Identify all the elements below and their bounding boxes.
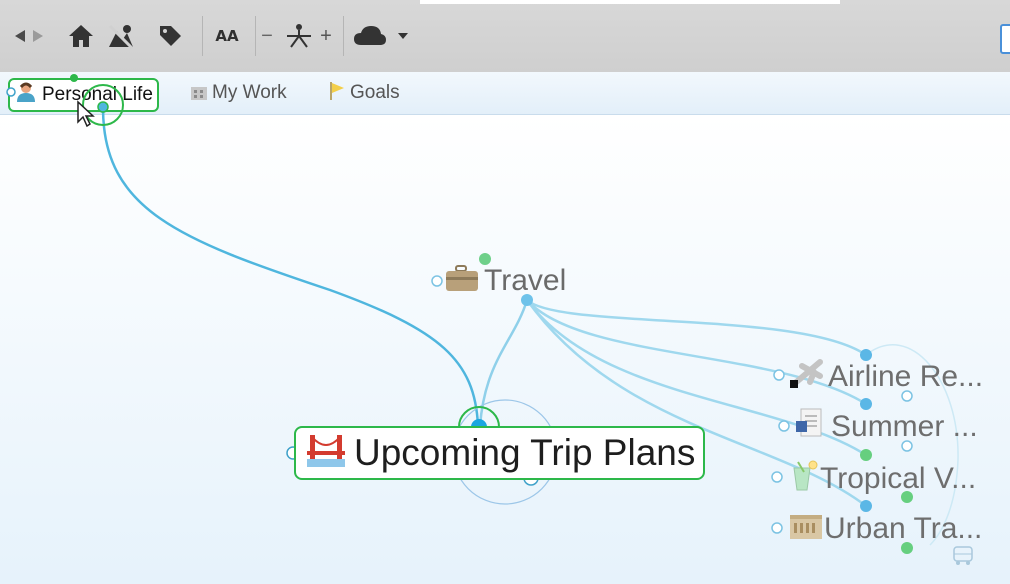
airplane-icon	[790, 356, 828, 398]
document-icon	[795, 407, 823, 447]
topic-travel[interactable]: Travel	[430, 262, 566, 300]
topic-tropical-vacation[interactable]: Tropical V...	[788, 458, 976, 500]
central-topic[interactable]: Upcoming Trip Plans	[294, 426, 706, 480]
drink-icon	[788, 458, 820, 500]
topic-airline-reservations[interactable]: Airline Re...	[790, 356, 983, 398]
bus-icon	[952, 545, 974, 572]
topic-summer[interactable]: Summer ...	[795, 407, 978, 447]
city-icon	[788, 509, 824, 549]
mouse-cursor-icon	[76, 100, 96, 133]
topic-urban-travel[interactable]: Urban Tra...	[788, 509, 982, 549]
bridge-icon	[306, 429, 346, 478]
suitcase-icon	[444, 262, 480, 300]
